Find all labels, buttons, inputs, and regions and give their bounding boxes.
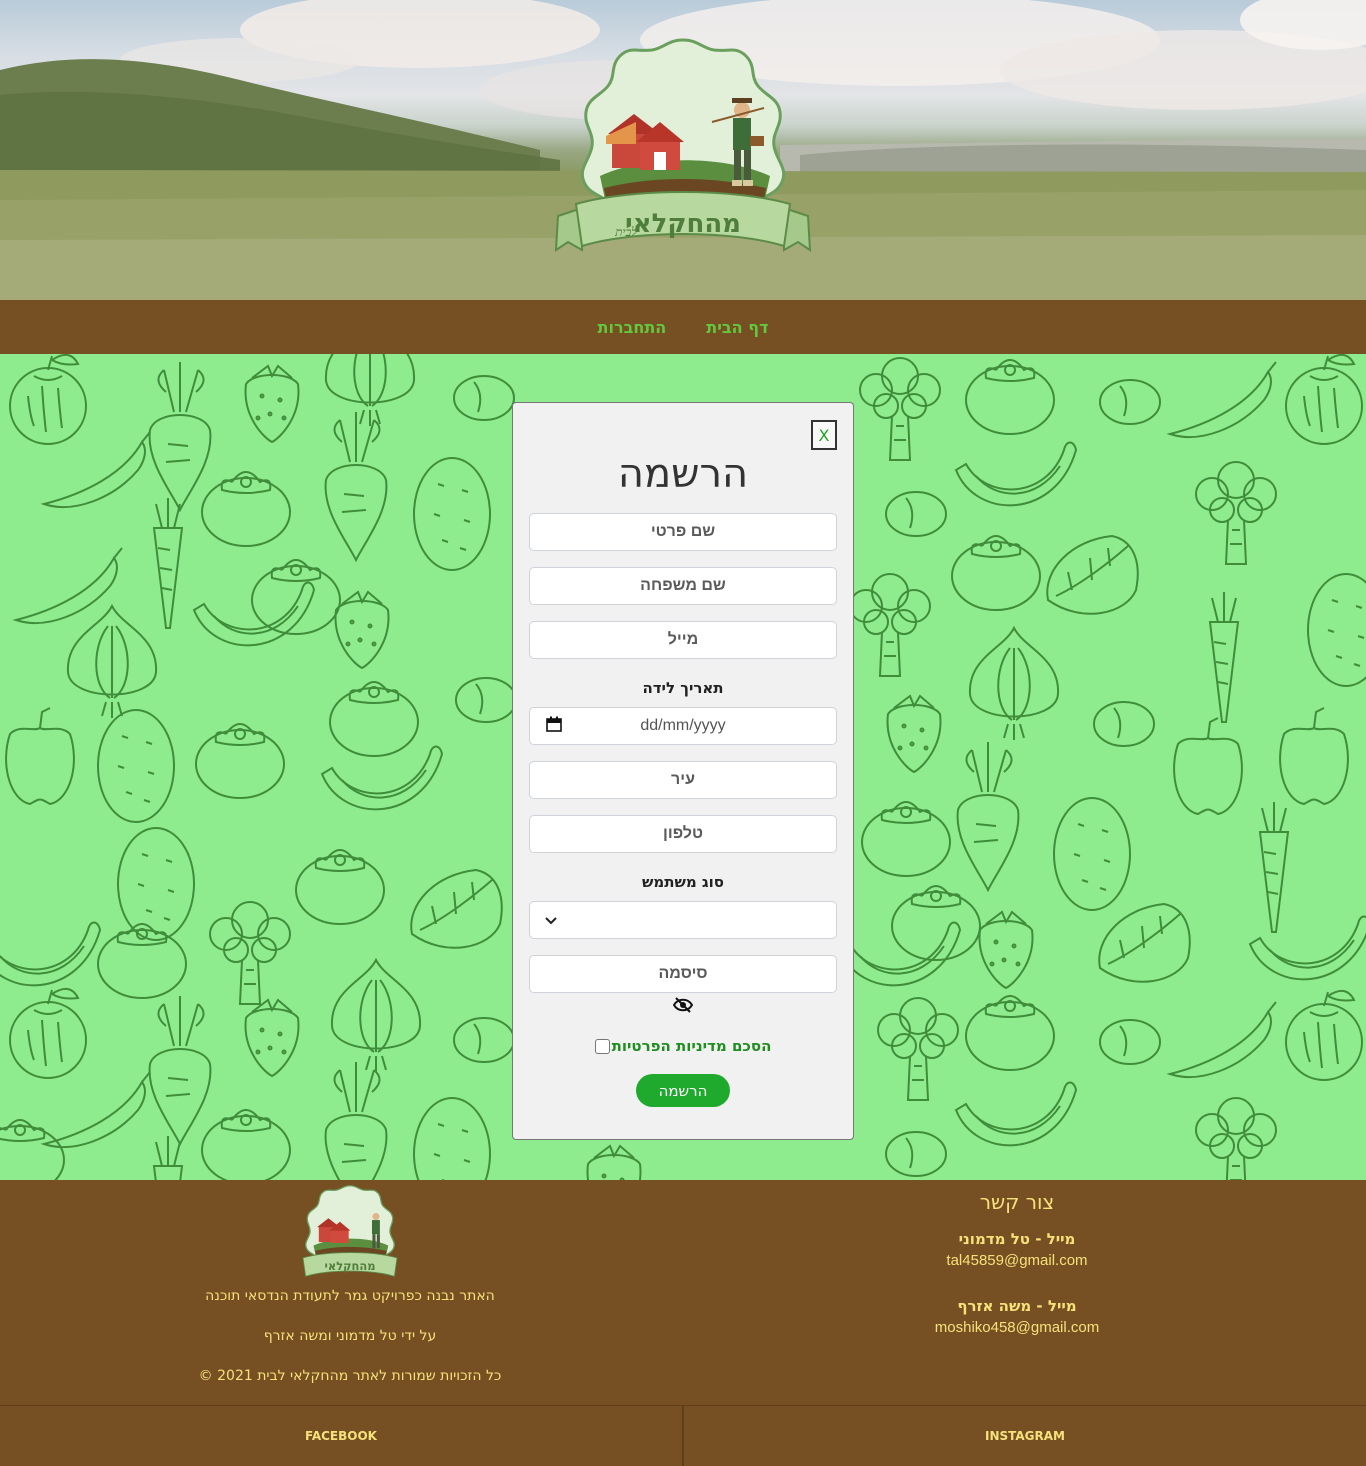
user-type-label: סוג משתמש: [642, 873, 724, 891]
phone-field[interactable]: [529, 815, 837, 853]
site-logo[interactable]: מהחקלאי לבית: [552, 36, 814, 268]
nav-login-link[interactable]: התחברות: [598, 318, 667, 337]
contact-title: צור קשר: [979, 1190, 1055, 1214]
nav-home-link[interactable]: דף הבית: [706, 318, 768, 337]
phone-input[interactable]: [530, 825, 836, 843]
svg-text:מהחקלאי: מהחקלאי: [325, 1259, 376, 1273]
chevron-down-icon: [544, 914, 558, 933]
main-nav: דף הבית התחברות: [0, 300, 1366, 354]
password-input[interactable]: [530, 965, 836, 983]
contact2-email[interactable]: moshiko458@gmail.com: [870, 1319, 1164, 1336]
contact1-email[interactable]: tal45859@gmail.com: [870, 1252, 1164, 1269]
calendar-icon[interactable]: [546, 716, 562, 737]
privacy-agree-checkbox[interactable]: [594, 1038, 610, 1054]
last-name-field[interactable]: [529, 567, 837, 605]
privacy-agree-row: הסכם מדיניות הפרטיות: [513, 1037, 853, 1055]
email-input[interactable]: [530, 631, 836, 649]
last-name-input[interactable]: [530, 577, 836, 595]
birthdate-field[interactable]: dd/mm/yyyy: [529, 707, 837, 745]
eye-slash-icon[interactable]: [672, 997, 694, 1017]
instagram-link[interactable]: INSTAGRAM: [683, 1406, 1366, 1466]
contact1-name: מייל - טל מדמוני: [958, 1230, 1076, 1248]
contact2-name: מייל - משה אזרף: [957, 1297, 1077, 1315]
city-input[interactable]: [530, 771, 836, 789]
city-field[interactable]: [529, 761, 837, 799]
footer-logo: מהחקלאי: [292, 1184, 408, 1286]
first-name-field[interactable]: [529, 513, 837, 551]
user-type-select[interactable]: [529, 901, 837, 939]
hero-banner: מהחקלאי לבית: [0, 0, 1366, 300]
footer: צור קשר מייל - טל מדמוני tal45859@gmail.…: [0, 1180, 1366, 1466]
first-name-input[interactable]: [530, 523, 836, 541]
svg-text:לבית: לבית: [614, 225, 637, 239]
about-line-3: כל הזכויות שמורות לאתר מהחקלאי לבית 2021…: [198, 1368, 502, 1384]
register-button[interactable]: הרשמה: [636, 1074, 730, 1107]
modal-title: הרשמה: [617, 451, 749, 497]
contact-section: צור קשר מייל - טל מדמוני tal45859@gmail.…: [870, 1180, 1164, 1336]
birthdate-placeholder: dd/mm/yyyy: [640, 717, 726, 734]
about-line-1: האתר נבנה כפרויקט גמר לתעודת הנדסאי תוכנ…: [205, 1288, 495, 1304]
birthdate-label: תאריך לידה: [642, 679, 724, 697]
svg-text:מהחקלאי: מהחקלאי: [625, 209, 741, 239]
password-field[interactable]: [529, 955, 837, 993]
facebook-link[interactable]: FACEBOOK: [0, 1406, 683, 1466]
email-field[interactable]: [529, 621, 837, 659]
register-modal: X הרשמה תאריך לידה dd/mm/yyyy סוג משתמש: [512, 402, 854, 1140]
privacy-agree-label[interactable]: הסכם מדיניות הפרטיות: [612, 1037, 772, 1055]
about-line-2: על ידי טל מדמוני ומשה אזרף: [263, 1328, 437, 1344]
social-links: FACEBOOK INSTAGRAM: [0, 1405, 1366, 1466]
close-button[interactable]: X: [811, 420, 837, 450]
